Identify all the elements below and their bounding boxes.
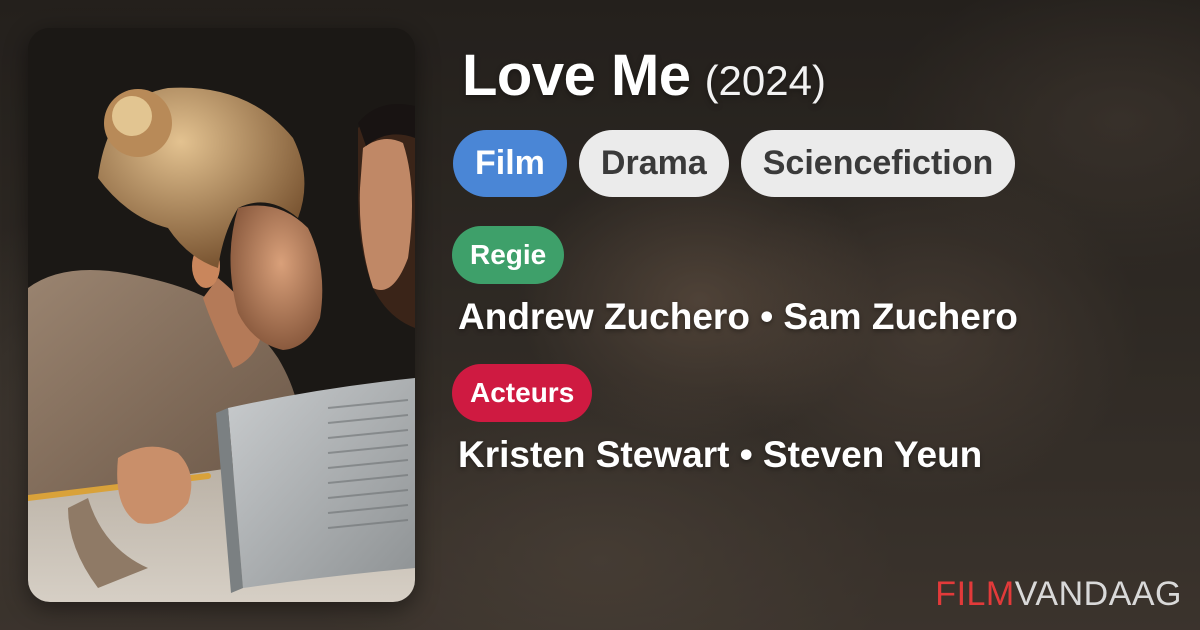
directors-badge: Regie	[452, 226, 565, 284]
title-row: Love Me (2024)	[462, 42, 826, 109]
actors-badge: Acteurs	[452, 364, 593, 422]
poster-image	[28, 28, 415, 602]
brand-logo-part1: FILM	[935, 575, 1015, 613]
tag-list: Film Drama Sciencefiction	[453, 130, 1016, 197]
movie-title: Love Me	[462, 43, 691, 108]
actors-names: Kristen Stewart • Steven Yeun	[458, 434, 983, 475]
tag-chip-sciencefiction[interactable]: Sciencefiction	[740, 130, 1016, 197]
movie-poster	[28, 28, 415, 602]
movie-card: Love Me (2024) Film Drama Sciencefiction …	[0, 0, 1200, 630]
brand-logo-part2: VANDAAG	[1014, 575, 1182, 613]
tag-chip-drama[interactable]: Drama	[578, 130, 729, 197]
directors-names: Andrew Zuchero • Sam Zuchero	[458, 296, 1018, 337]
tag-chip-film[interactable]: Film	[453, 130, 567, 197]
movie-year: (2024)	[704, 57, 826, 104]
brand-logo: FILMVANDAAG	[935, 575, 1182, 614]
